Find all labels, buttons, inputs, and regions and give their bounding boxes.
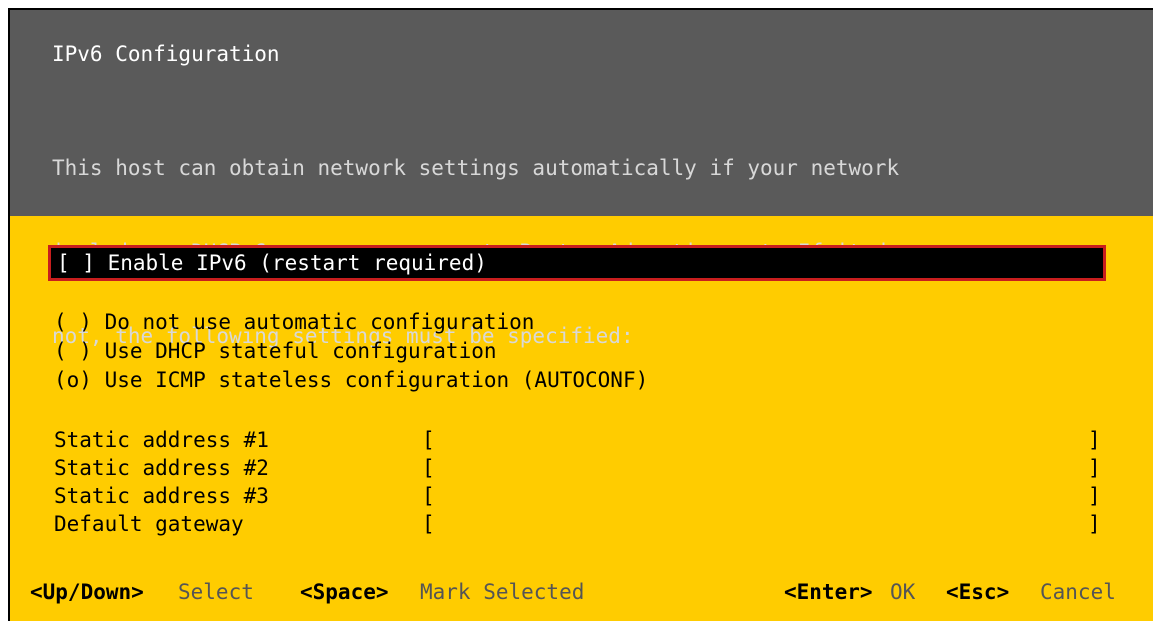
field-label: Static address #2 bbox=[54, 456, 269, 480]
dialog-title: IPv6 Configuration bbox=[52, 42, 280, 66]
option-no-auto-config[interactable]: ( ) Do not use automatic configuration bbox=[54, 308, 534, 336]
description-line: This host can obtain network settings au… bbox=[52, 156, 900, 180]
ipv6-configuration-dialog: IPv6 Configuration This host can obtain … bbox=[8, 8, 1153, 621]
updown-action: Select bbox=[178, 580, 254, 604]
esc-key-hint: <Esc> bbox=[946, 580, 1010, 604]
cancel-action[interactable]: Cancel bbox=[1040, 572, 1116, 612]
enter-key-hint: <Enter> bbox=[784, 580, 873, 604]
field-open-bracket: [ bbox=[422, 428, 435, 452]
field-close-bracket: ] bbox=[1088, 456, 1101, 480]
option-icmp-stateless[interactable]: (o) Use ICMP stateless configuration (AU… bbox=[54, 366, 648, 394]
field-label: Static address #3 bbox=[54, 484, 269, 508]
field-open-bracket: [ bbox=[422, 484, 435, 508]
updown-key-hint: <Up/Down> bbox=[30, 580, 144, 604]
field-close-bracket: ] bbox=[1088, 428, 1101, 452]
field-open-bracket: [ bbox=[422, 512, 435, 536]
field-label: Default gateway bbox=[54, 512, 244, 536]
space-action: Mark Selected bbox=[420, 580, 585, 604]
field-close-bracket: ] bbox=[1088, 512, 1101, 536]
key-hints-bar: <Up/Down> Select <Space> Mark Selected <… bbox=[10, 572, 1153, 612]
dialog-header: IPv6 Configuration This host can obtain … bbox=[10, 10, 1153, 348]
field-open-bracket: [ bbox=[422, 456, 435, 480]
field-close-bracket: ] bbox=[1088, 484, 1101, 508]
console-screen: IPv6 Configuration This host can obtain … bbox=[0, 0, 1153, 625]
space-key-hint: <Space> bbox=[300, 580, 389, 604]
option-dhcp-stateful[interactable]: ( ) Use DHCP stateful configuration bbox=[54, 337, 497, 365]
enable-ipv6-label: [ ] Enable IPv6 (restart required) bbox=[57, 251, 487, 275]
ok-action[interactable]: OK bbox=[890, 572, 915, 612]
enable-ipv6-checkbox[interactable]: [ ] Enable IPv6 (restart required) bbox=[48, 245, 1106, 281]
field-label: Static address #1 bbox=[54, 428, 269, 452]
